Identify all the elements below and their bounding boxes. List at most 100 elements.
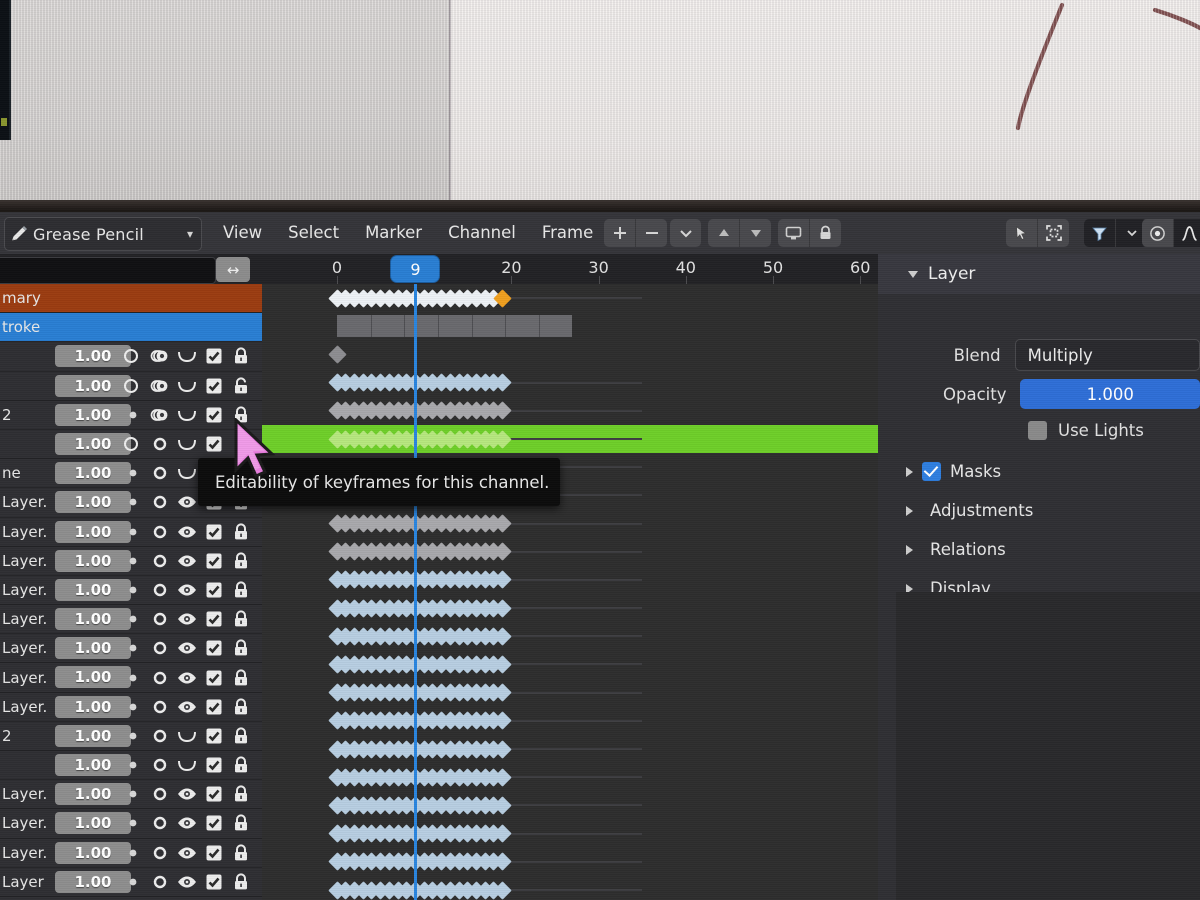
channel-row[interactable]: 2 1.00	[0, 400, 262, 430]
keyframe-row[interactable]	[262, 622, 878, 650]
channel-row[interactable]: mary	[0, 284, 262, 314]
keyframe-row[interactable]	[262, 820, 878, 848]
opacity-slider[interactable]: 1.000	[1020, 379, 1200, 409]
expand-triangle-icon[interactable]	[906, 505, 913, 516]
channel-value-field[interactable]: 1.00	[55, 695, 131, 718]
smooth-curve-icon[interactable]	[176, 462, 198, 484]
dot-icon[interactable]	[122, 579, 144, 601]
channel-value-field[interactable]: 1.00	[55, 432, 131, 455]
dot-icon[interactable]	[122, 783, 144, 805]
visibility-checkbox[interactable]	[203, 345, 225, 367]
dot-icon[interactable]	[122, 667, 144, 689]
falloff-curve-icon[interactable]	[1174, 219, 1200, 247]
visibility-checkbox[interactable]	[203, 696, 225, 718]
visibility-checkbox[interactable]	[203, 579, 225, 601]
onion-skin-off-icon[interactable]	[149, 783, 171, 805]
expand-channels-button[interactable]: ↔	[216, 257, 250, 282]
single-key-row[interactable]	[262, 340, 878, 368]
search-input[interactable]	[0, 257, 216, 284]
keyframe-diamond[interactable]	[327, 345, 347, 364]
channel-row[interactable]: troke	[0, 313, 262, 343]
visibility-checkbox[interactable]	[203, 404, 225, 426]
onion-skin-icon[interactable]	[122, 433, 144, 455]
eye-icon[interactable]	[176, 579, 198, 601]
current-frame-badge[interactable]: 9	[391, 256, 440, 282]
visibility-checkbox[interactable]	[203, 725, 225, 747]
lock-closed-icon[interactable]	[230, 404, 252, 426]
keyframe-row[interactable]	[262, 650, 878, 678]
keyframe-row[interactable]	[262, 510, 878, 538]
add-channel-button[interactable]	[604, 219, 636, 247]
dot-icon[interactable]	[122, 696, 144, 718]
visibility-checkbox[interactable]	[203, 637, 225, 659]
channel-value-field[interactable]: 1.00	[55, 462, 131, 485]
visibility-checkbox[interactable]	[203, 754, 225, 776]
eye-icon[interactable]	[176, 491, 198, 513]
channel-row[interactable]: Layer. 1.00	[0, 809, 262, 839]
eye-icon[interactable]	[176, 637, 198, 659]
smooth-curve-icon[interactable]	[176, 754, 198, 776]
expand-triangle-icon[interactable]	[906, 544, 913, 555]
channel-value-field[interactable]: 1.00	[55, 403, 131, 426]
dot-icon[interactable]	[122, 754, 144, 776]
eye-icon[interactable]	[176, 550, 198, 572]
dot-icon[interactable]	[122, 404, 144, 426]
channel-value-field[interactable]: 1.00	[55, 724, 131, 747]
channel-row[interactable]: 1.00	[0, 429, 262, 460]
onion-skin-off-icon[interactable]	[149, 725, 171, 747]
eye-icon[interactable]	[176, 812, 198, 834]
keyframe-block-strip[interactable]	[337, 315, 573, 338]
expand-triangle-icon[interactable]	[906, 466, 913, 477]
channel-row[interactable]: Layer. 1.00	[0, 663, 262, 693]
summary-keys[interactable]	[262, 284, 878, 312]
section-relations[interactable]: Relations	[906, 540, 1006, 559]
menu-view[interactable]: View	[210, 212, 275, 254]
channel-row[interactable]: 1.00	[0, 751, 262, 781]
visibility-checkbox[interactable]	[203, 842, 225, 864]
keyframe-row[interactable]	[262, 876, 878, 900]
panel-collapse-triangle-icon[interactable]	[908, 270, 918, 278]
eye-icon[interactable]	[176, 842, 198, 864]
onion-skin-off-icon[interactable]	[149, 637, 171, 659]
eye-icon[interactable]	[176, 608, 198, 630]
onion-skin-off-icon[interactable]	[149, 754, 171, 776]
smooth-curve-icon[interactable]	[176, 375, 198, 397]
blend-mode-dropdown[interactable]: Multiply	[1014, 339, 1200, 371]
channel-row[interactable]: Layer. 1.00	[0, 838, 262, 868]
channel-value-field[interactable]: 1.00	[55, 345, 131, 368]
onion-skin-icon[interactable]	[122, 375, 144, 397]
onion-skin-off-icon[interactable]	[149, 433, 171, 455]
onion-skin-off-icon[interactable]	[149, 696, 171, 718]
channel-value-field[interactable]: 1.00	[55, 608, 131, 631]
visibility-checkbox[interactable]	[203, 433, 225, 455]
dot-icon[interactable]	[122, 462, 144, 484]
eye-icon[interactable]	[176, 521, 198, 543]
channel-dropdown-button[interactable]	[670, 219, 701, 247]
channel-value-field[interactable]: 1.00	[55, 666, 131, 689]
timeline-ruler[interactable]: 0 20 30 40 50 60	[262, 254, 878, 284]
smooth-curve-icon[interactable]	[176, 345, 198, 367]
dot-icon[interactable]	[122, 521, 144, 543]
keyframe-row[interactable]	[262, 791, 878, 819]
playhead-line[interactable]	[414, 284, 418, 900]
keyframe-row[interactable]	[262, 679, 878, 707]
move-down-button[interactable]	[740, 219, 771, 247]
section-masks[interactable]: Masks	[906, 462, 1001, 481]
visibility-checkbox[interactable]	[203, 521, 225, 543]
smooth-curve-icon[interactable]	[176, 725, 198, 747]
proportional-editing-icon[interactable]	[1142, 219, 1174, 247]
keyframe-row[interactable]	[262, 735, 878, 763]
channel-value-field[interactable]: 1.00	[55, 841, 131, 864]
visibility-checkbox[interactable]	[203, 375, 225, 397]
onion-skin-off-icon[interactable]	[149, 550, 171, 572]
channel-row[interactable]: 1.00	[0, 371, 262, 401]
lock-closed-icon[interactable]	[230, 754, 252, 776]
stroke-block-strip[interactable]	[262, 312, 878, 340]
keyframe-row[interactable]	[262, 848, 878, 876]
channel-value-field[interactable]: 1.00	[55, 637, 131, 660]
channel-value-field[interactable]: 1.00	[55, 549, 131, 572]
channel-row[interactable]: Layer. 1.00	[0, 575, 262, 606]
menu-channel[interactable]: Channel	[435, 212, 529, 254]
dot-icon[interactable]	[122, 608, 144, 630]
channel-row[interactable]: Layer. 1.00	[0, 634, 262, 664]
